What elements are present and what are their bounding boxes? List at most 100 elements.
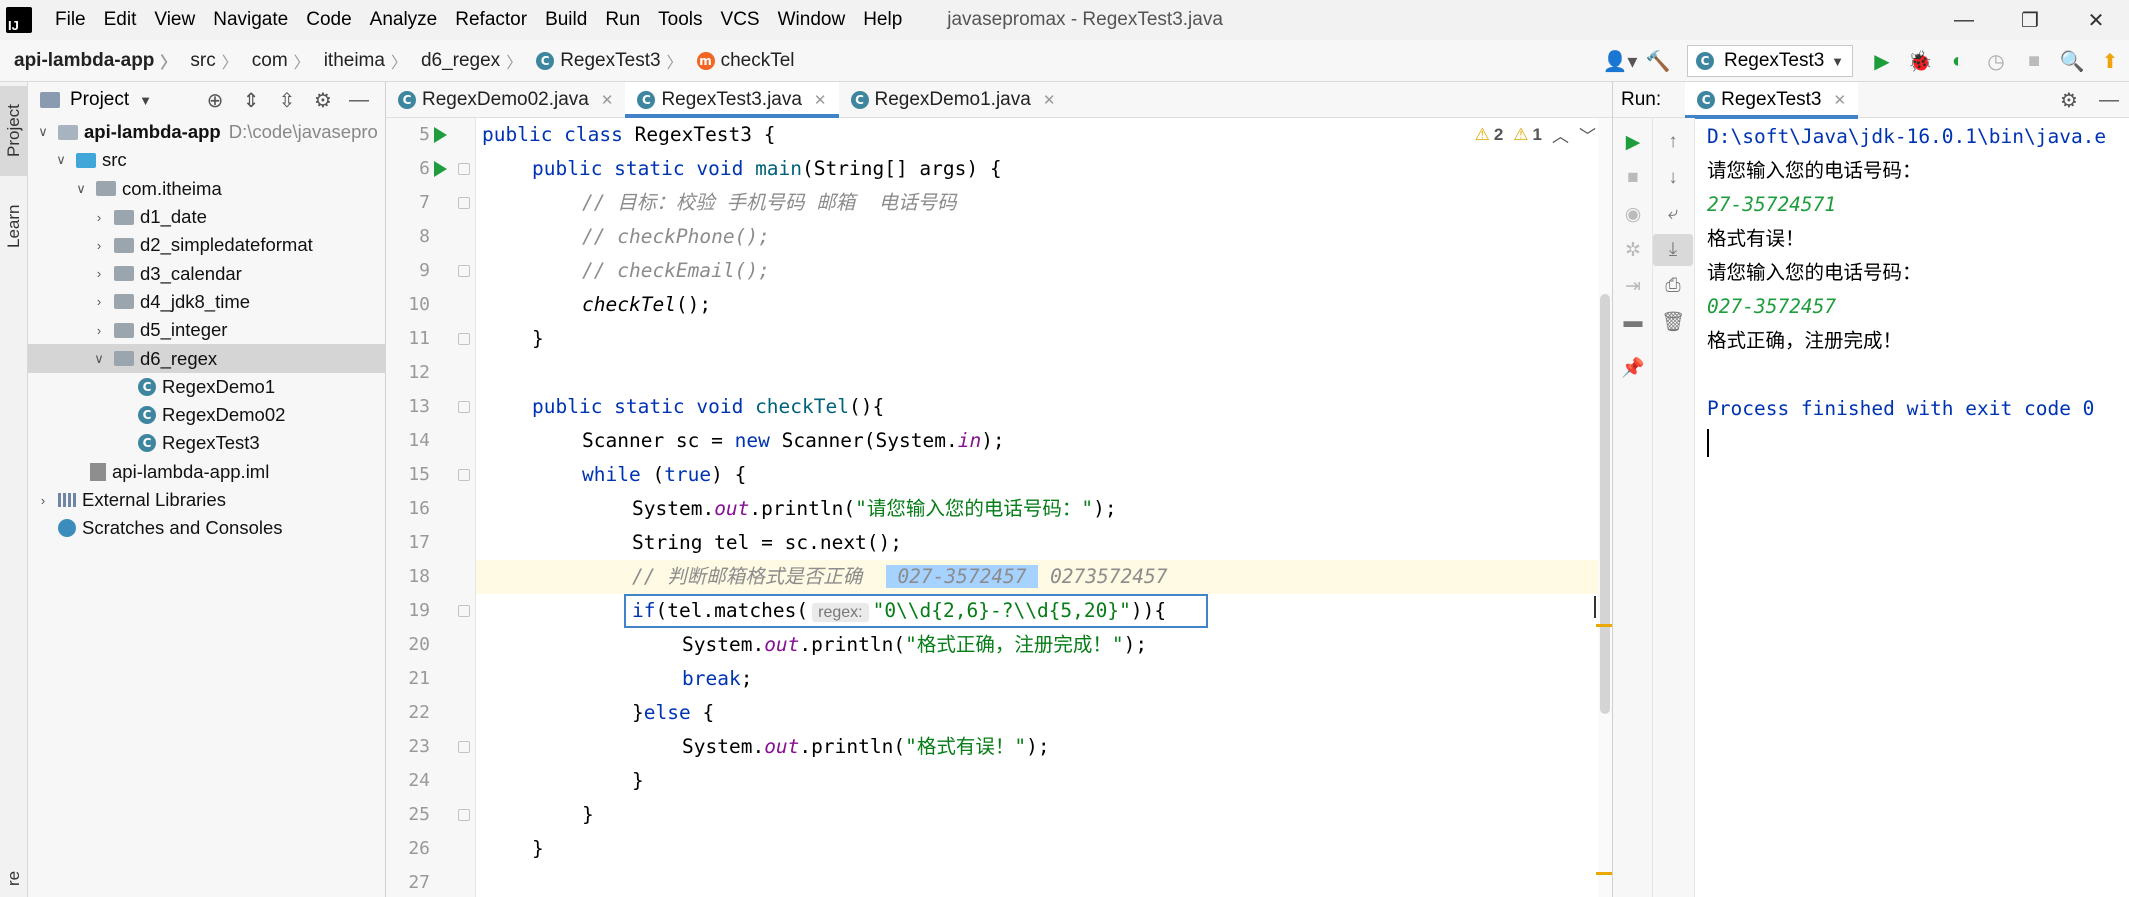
menu-tools[interactable]: Tools [649, 9, 711, 31]
pin-icon[interactable]: 📌 [1613, 352, 1653, 384]
menu-navigate[interactable]: Navigate [204, 9, 297, 31]
update-icon[interactable]: ⬆ [2091, 40, 2129, 82]
project-tool-tab[interactable]: Project [0, 86, 28, 176]
fold-icon[interactable] [458, 809, 470, 821]
run-gutter-icon[interactable] [434, 161, 447, 177]
menu-help[interactable]: Help [854, 9, 911, 31]
tree-item-package[interactable]: › d4_jdk8_time [28, 288, 386, 316]
menu-view[interactable]: View [145, 9, 204, 31]
rerun-icon[interactable]: ▶ [1613, 126, 1653, 158]
chevron-down-icon[interactable]: ∨ [90, 351, 108, 367]
menu-window[interactable]: Window [769, 9, 855, 31]
tree-item-package-selected[interactable]: ∨ d6_regex [28, 344, 386, 373]
code-text-area[interactable]: public class RegexTest3 { public static … [476, 118, 1598, 897]
tree-item-class[interactable]: C RegexTest3 [28, 429, 386, 457]
chevron-down-icon[interactable]: ∨ [72, 181, 90, 197]
fold-icon[interactable] [458, 401, 470, 413]
chevron-down-icon[interactable]: ﹀ [1579, 122, 1596, 147]
scroll-to-end-icon[interactable]: ⤓ [1653, 234, 1693, 266]
chevron-right-icon[interactable]: › [34, 493, 52, 508]
menu-vcs[interactable]: VCS [712, 9, 769, 31]
trash-icon[interactable]: 🗑 [1653, 306, 1693, 338]
warning-stripe-marker[interactable] [1596, 624, 1612, 627]
chevron-right-icon[interactable]: › [90, 238, 108, 253]
tree-item-src[interactable]: ∨ src [28, 146, 386, 174]
restore-icon[interactable]: ❐ [1997, 0, 2063, 40]
fold-icon[interactable] [458, 333, 470, 345]
run-icon[interactable]: ▶ [1863, 40, 1901, 82]
chevron-down-icon[interactable]: ∨ [52, 152, 70, 168]
fold-icon[interactable] [458, 741, 470, 753]
tab-regexdemo02[interactable]: C RegexDemo02.java ✕ [386, 82, 625, 117]
editor-scrollbar[interactable] [1596, 118, 1612, 897]
breadcrumb-com[interactable]: com 〉 [242, 49, 314, 73]
menu-file[interactable]: File [46, 9, 95, 31]
menu-analyze[interactable]: Analyze [361, 9, 447, 31]
tree-item-external-libraries[interactable]: › External Libraries [28, 486, 386, 514]
close-icon[interactable]: ✕ [601, 91, 614, 109]
run-tab-regextest3[interactable]: C RegexTest3 ✕ [1685, 81, 1859, 119]
arrow-down-icon[interactable]: ↓ [1653, 162, 1693, 194]
debug-icon[interactable]: 🐞 [1901, 40, 1939, 82]
tree-item-iml[interactable]: api-lambda-app.iml [28, 458, 386, 486]
menu-run[interactable]: Run [596, 9, 649, 31]
chevron-down-icon[interactable]: ▼ [139, 93, 152, 108]
tree-item-package[interactable]: › d5_integer [28, 316, 386, 344]
menu-edit[interactable]: Edit [95, 9, 146, 31]
user-icon[interactable]: 👤▾ [1601, 40, 1639, 82]
search-icon[interactable]: 🔍 [2053, 40, 2091, 82]
close-icon[interactable]: ✕ [1833, 91, 1846, 109]
soft-wrap-icon[interactable]: ⤶ [1653, 198, 1693, 230]
fold-icon[interactable] [458, 265, 470, 277]
tree-item-module[interactable]: ∨ api-lambda-app D:\code\javasepro [28, 118, 386, 146]
tree-item-package[interactable]: › d2_simpledateformat [28, 231, 386, 259]
breadcrumb-class[interactable]: C RegexTest3 〉 [526, 49, 686, 73]
tree-item-package[interactable]: › d3_calendar [28, 259, 386, 287]
tab-regextest3[interactable]: C RegexTest3.java ✕ [625, 82, 839, 118]
fold-icon[interactable] [458, 469, 470, 481]
run-gutter-icon[interactable] [434, 127, 447, 143]
console-output[interactable]: D:\soft\Java\jdk-16.0.1\bin\java.e 请您输入您… [1695, 118, 2129, 897]
build-hammer-icon[interactable]: 🔨 [1639, 40, 1677, 82]
tree-item-scratches[interactable]: Scratches and Consoles [28, 514, 386, 542]
fold-icon[interactable] [458, 197, 470, 209]
print-icon[interactable]: ⎙ [1653, 270, 1693, 302]
hide-icon[interactable]: — [2089, 89, 2129, 112]
profile-icon[interactable]: ◷ [1977, 40, 2015, 82]
chevron-right-icon[interactable]: › [90, 323, 108, 338]
chevron-up-icon[interactable]: ︿ [1552, 122, 1569, 147]
minimize-icon[interactable]: — [1931, 0, 1997, 40]
breadcrumb-project[interactable]: api-lambda-app 〉 [0, 49, 180, 73]
locate-icon[interactable]: ⊕ [197, 88, 233, 113]
stop-icon[interactable]: ■ [1613, 162, 1653, 194]
close-icon[interactable]: ✕ [1043, 91, 1056, 109]
tree-item-class[interactable]: C RegexDemo1 [28, 373, 386, 401]
tab-regexdemo1[interactable]: C RegexDemo1.java ✕ [839, 82, 1068, 117]
breadcrumb-d6-regex[interactable]: d6_regex 〉 [411, 49, 526, 73]
close-icon[interactable]: ✕ [814, 91, 827, 109]
menu-code[interactable]: Code [297, 9, 360, 31]
scrollbar-thumb[interactable] [1600, 294, 1610, 714]
layout-icon[interactable]: ▬ [1613, 306, 1653, 338]
breadcrumb-method[interactable]: m checkTel [687, 50, 799, 72]
collapse-all-icon[interactable]: ⇳ [269, 88, 305, 113]
chevron-down-icon[interactable]: ∨ [34, 124, 52, 140]
inspection-widget[interactable]: ⚠ 2 ⚠ 1 ︿ ﹀ [1465, 122, 1596, 147]
gear-icon[interactable]: ⚙ [2049, 88, 2089, 113]
stop-icon[interactable]: ■ [2015, 40, 2053, 82]
fold-icon[interactable] [458, 163, 470, 175]
breadcrumb-src[interactable]: src 〉 [180, 49, 241, 73]
chevron-right-icon[interactable]: › [90, 294, 108, 309]
chevron-right-icon[interactable]: › [90, 210, 108, 225]
expand-all-icon[interactable]: ⇕ [233, 88, 269, 113]
tree-item-class[interactable]: C RegexDemo02 [28, 401, 386, 429]
tree-item-package[interactable]: ∨ com.itheima [28, 175, 386, 203]
close-icon[interactable]: ✕ [2063, 0, 2129, 40]
run-configuration-select[interactable]: C RegexTest3 ▼ [1687, 45, 1853, 77]
menu-refactor[interactable]: Refactor [446, 9, 536, 31]
exit-icon[interactable]: ⇥ [1613, 270, 1653, 302]
arrow-up-icon[interactable]: ↑ [1653, 126, 1693, 158]
learn-tool-tab[interactable]: Learn [0, 186, 28, 266]
menu-build[interactable]: Build [536, 9, 596, 31]
coverage-icon[interactable]: ◐ [1939, 40, 1977, 82]
